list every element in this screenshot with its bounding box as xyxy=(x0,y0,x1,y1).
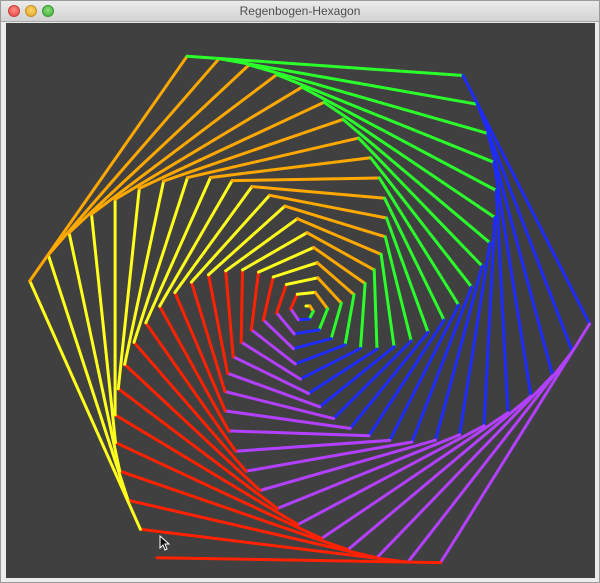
spiral-line xyxy=(317,307,330,332)
spiral-line xyxy=(313,290,330,311)
spiral-line xyxy=(329,301,343,341)
spiral-line xyxy=(132,176,189,344)
spiral-line xyxy=(275,283,288,315)
spiral-line xyxy=(118,469,350,552)
spiral-line xyxy=(261,275,275,322)
spiral-line xyxy=(434,264,484,442)
spiral-line xyxy=(341,117,492,245)
title-bar[interactable]: Regenbogen-Hexagon xyxy=(1,1,599,22)
spiral-line xyxy=(275,311,296,336)
spiral-line xyxy=(343,293,356,347)
spiral-line xyxy=(257,246,316,274)
spiral-line xyxy=(494,189,510,415)
window-title: Regenbogen-Hexagon xyxy=(239,4,361,18)
spiral-line xyxy=(291,337,333,351)
app-window: Regenbogen-Hexagon xyxy=(0,0,600,583)
spiral-line xyxy=(173,185,254,294)
spiral-line xyxy=(239,268,244,344)
spiral-line xyxy=(284,276,320,286)
mouse-pointer-icon xyxy=(159,535,171,551)
spiral-line xyxy=(289,292,299,311)
rainbow-hexagon-spiral xyxy=(28,54,592,565)
spiral-line xyxy=(249,328,297,366)
spiral-line xyxy=(227,429,371,438)
spiral-line xyxy=(292,328,321,336)
spiral-line xyxy=(372,268,379,351)
spiral-line xyxy=(114,441,323,540)
spiral-line xyxy=(123,362,262,492)
spiral-line xyxy=(185,54,465,77)
spiral-line xyxy=(283,204,387,239)
spiral-line xyxy=(226,371,322,409)
spiral-line xyxy=(315,261,356,297)
spiral-line xyxy=(289,307,300,322)
spiral-line xyxy=(230,176,381,183)
spiral-line xyxy=(28,279,142,531)
spiral-line xyxy=(271,261,319,279)
spiral-line xyxy=(298,346,362,381)
spiral-line xyxy=(367,318,446,438)
spiral-line xyxy=(224,269,235,359)
spiral-line xyxy=(369,156,474,289)
spiral-line xyxy=(158,179,234,308)
spiral-line xyxy=(406,350,574,564)
spiral-line xyxy=(207,273,230,375)
spiral-line xyxy=(295,290,317,296)
spiral-line xyxy=(46,57,221,257)
spiral-line xyxy=(217,57,479,106)
spiral-line xyxy=(244,440,414,473)
spiral-line xyxy=(359,282,367,350)
spiral-line xyxy=(486,131,555,378)
spiral-line xyxy=(90,212,117,444)
spiral-line xyxy=(249,270,260,332)
spiral-line xyxy=(223,409,352,430)
spiral-line xyxy=(377,176,461,307)
spiral-line xyxy=(476,102,574,353)
spiral-line xyxy=(296,317,311,322)
spiral-line xyxy=(116,186,141,391)
spiral-line xyxy=(318,345,396,409)
spiral-line xyxy=(90,73,279,216)
drawing-canvas[interactable] xyxy=(6,23,595,578)
spiral-line xyxy=(346,394,533,552)
spiral-line xyxy=(357,136,484,268)
spiral-line xyxy=(67,231,122,473)
